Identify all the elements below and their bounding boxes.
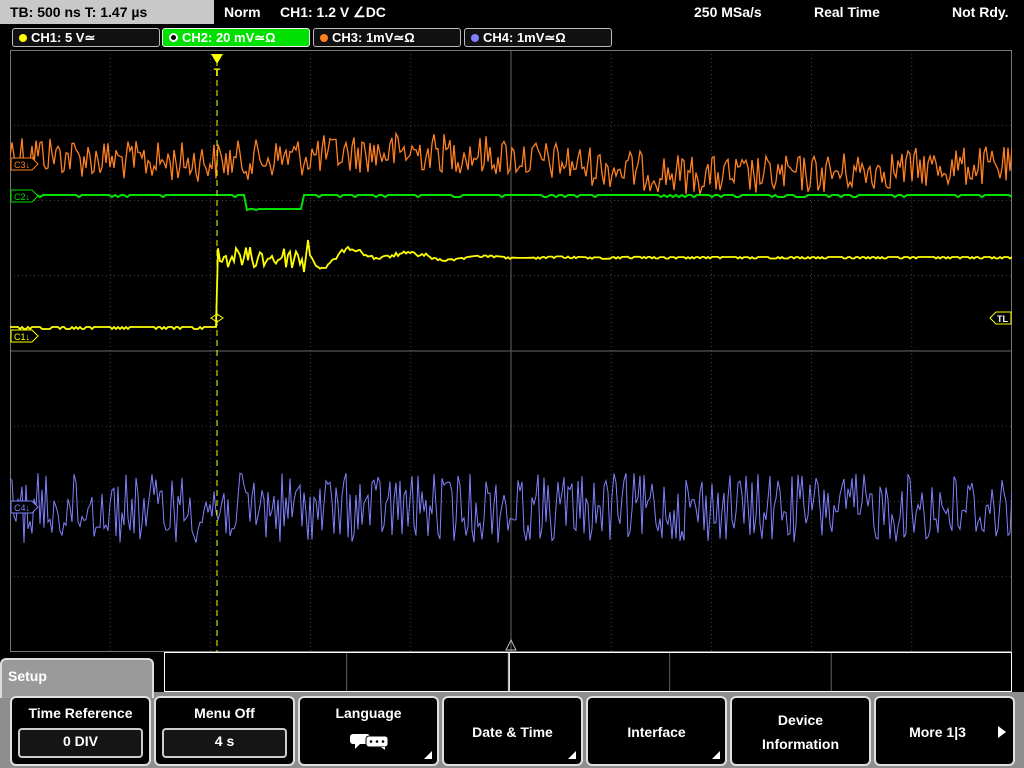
ch4-offset-marker[interactable]: C4↓ — [10, 500, 39, 514]
ch3-dot-icon — [320, 34, 328, 42]
interface-label: Interface — [627, 724, 686, 740]
speech-bubble-icon — [349, 734, 388, 750]
trigger-info[interactable]: CH1: 1.2 V ∠DC — [280, 0, 386, 24]
language-softkey[interactable]: Language — [298, 696, 439, 766]
device-information-line1: Device — [777, 712, 824, 728]
time-reference-softkey[interactable]: Time Reference 0 DIV — [10, 696, 151, 766]
menu-off-label: Menu Off — [194, 705, 255, 721]
device-information-softkey[interactable]: Device Information — [730, 696, 871, 766]
trigger-mode[interactable]: Norm — [224, 0, 261, 24]
ch1-dot-icon — [19, 34, 27, 42]
submenu-corner-icon — [568, 751, 576, 759]
ch1-marker-label: C1↓ — [14, 332, 30, 342]
trigger-status: Not Rdy. — [952, 4, 1009, 20]
date-time-label: Date & Time — [472, 724, 553, 740]
ch3-label: CH3: 1mV≃Ω — [332, 30, 415, 45]
ch2-label: CH2: 20 mV≃Ω — [182, 30, 276, 45]
ch1-offset-marker[interactable]: C1↓ — [10, 329, 39, 343]
ch2-marker-label: C2↓ — [14, 192, 30, 202]
ch4-dot-icon — [471, 34, 479, 42]
ch2-dot-icon — [169, 33, 178, 42]
trigger-level-label: TL — [997, 314, 1008, 324]
waveform-display[interactable]: T C3↓ C2↓ C1↓ C4↓ TL — [10, 50, 1012, 652]
ch4-label: CH4: 1mV≃Ω — [483, 30, 566, 45]
more-label: More 1|3 — [909, 724, 966, 740]
ch3-marker-label: C3↓ — [14, 160, 30, 170]
channel-2-button[interactable]: CH2: 20 mV≃Ω — [162, 28, 310, 47]
channel-3-button[interactable]: CH3: 1mV≃Ω — [313, 28, 461, 47]
submenu-corner-icon — [424, 751, 432, 759]
ch4-marker-label: C4↓ — [14, 503, 30, 513]
ch2-offset-marker[interactable]: C2↓ — [10, 189, 39, 203]
language-label: Language — [335, 705, 402, 721]
time-reference-label: Time Reference — [28, 705, 133, 721]
channel-1-button[interactable]: CH1: 5 V≃ — [12, 28, 160, 47]
submenu-corner-icon — [712, 751, 720, 759]
time-reference-value: 0 DIV — [18, 728, 143, 758]
menu-off-value: 4 s — [162, 728, 287, 758]
record-overview[interactable] — [164, 652, 1012, 692]
trigger-pos-label: T — [214, 67, 221, 79]
ch3-offset-marker[interactable]: C3↓ — [10, 157, 39, 171]
menu-title: Setup — [8, 668, 47, 684]
interface-softkey[interactable]: Interface — [586, 696, 727, 766]
more-softkey[interactable]: More 1|3 — [874, 696, 1015, 766]
channel-4-button[interactable]: CH4: 1mV≃Ω — [464, 28, 612, 47]
timebase-readout[interactable]: TB: 500 ns T: 1.47 µs — [0, 0, 214, 24]
ch1-label: CH1: 5 V≃ — [31, 30, 96, 45]
sample-rate: 250 MSa/s — [694, 4, 762, 20]
acquisition-mode: Real Time — [814, 4, 880, 20]
device-information-line2: Information — [762, 736, 839, 752]
date-time-softkey[interactable]: Date & Time — [442, 696, 583, 766]
arrow-right-icon — [998, 726, 1006, 738]
menu-off-softkey[interactable]: Menu Off 4 s — [154, 696, 295, 766]
